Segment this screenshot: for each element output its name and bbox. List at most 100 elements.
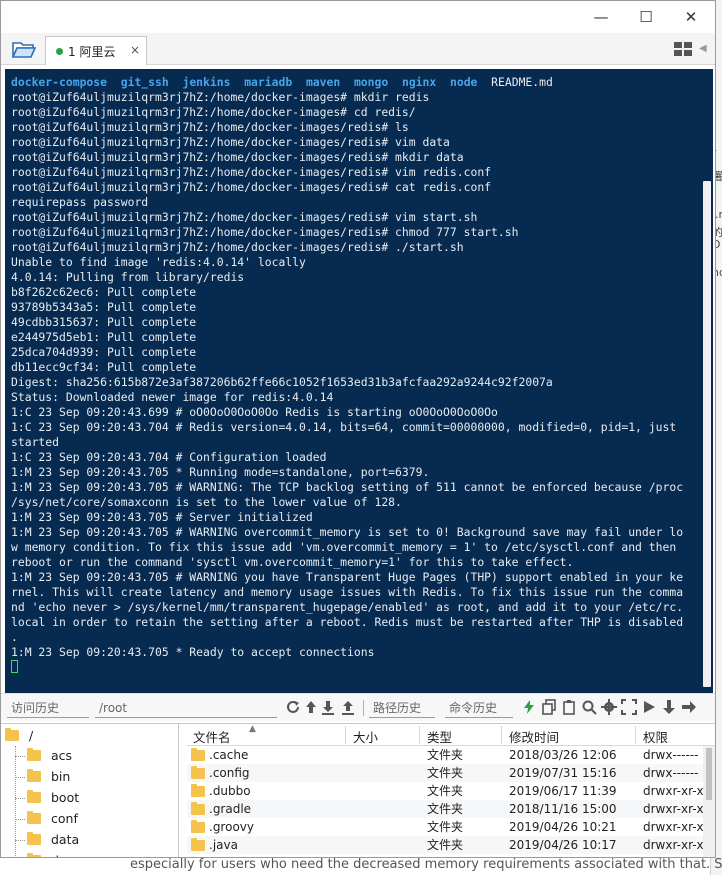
terminal-line: nd 'echo never > /sys/kernel/mm/transpar…	[11, 600, 684, 614]
gear-icon[interactable]	[601, 699, 617, 715]
dir-entry: mariadb	[244, 75, 293, 89]
file-row[interactable]: .gradle 文件夹 2018/11/16 15:00 drwxr-xr-x	[187, 800, 715, 818]
file-cell-perms: drwxr-xr-x	[643, 802, 704, 816]
terminal-line: local in order to retain the setting aft…	[11, 615, 684, 629]
fullscreen-icon[interactable]	[621, 699, 637, 715]
tree-item[interactable]: data	[27, 830, 79, 850]
refresh-icon[interactable]	[285, 699, 301, 715]
column-header-name[interactable]: 文件名	[193, 727, 231, 746]
file-row[interactable]: .dubbo 文件夹 2019/06/17 11:39 drwxr-xr-x	[187, 782, 715, 800]
file-cell-type: 文件夹	[427, 766, 464, 780]
layout-grid-icon[interactable]	[673, 41, 693, 57]
screen: r 署 l.r 的 D nd especially for users who …	[0, 0, 722, 875]
tree-item[interactable]: conf	[27, 809, 78, 829]
terminal-scroll-thumb[interactable]	[703, 181, 711, 687]
command-history-button[interactable]: 命令历史	[445, 698, 513, 718]
terminal-line: requirepass password	[11, 195, 149, 209]
folder-icon	[191, 838, 205, 851]
arrow-down-icon[interactable]	[661, 699, 677, 715]
column-header-permissions[interactable]: 权限	[643, 727, 668, 746]
file-row[interactable]: .cache 文件夹 2018/03/26 12:06 drwx------	[187, 746, 715, 764]
terminal-line: 1:M 23 Sep 09:20:43.705 * Ready to accep…	[11, 645, 375, 659]
play-icon[interactable]	[641, 699, 657, 715]
lightning-icon[interactable]	[521, 699, 537, 715]
copy-icon[interactable]	[541, 699, 557, 715]
terminal-line: root@iZuf64uljmuzilqrm3rj7hZ:/home/docke…	[11, 105, 416, 119]
column-header-modified[interactable]: 修改时间	[509, 727, 559, 746]
terminal-line: Status: Downloaded newer image for redis…	[11, 390, 334, 404]
search-icon[interactable]	[581, 699, 597, 715]
tree-connector	[15, 840, 25, 841]
minimize-button[interactable]: —	[581, 5, 621, 29]
tab-scroll-left-icon[interactable]: ◀	[699, 43, 707, 54]
path-input[interactable]: /root	[95, 698, 277, 718]
tree-connector	[15, 746, 16, 857]
directory-tree: / acs bin boot conf data dev	[1, 724, 179, 857]
terminal-panel[interactable]: docker-compose git_ssh jenkins mariadb m…	[5, 69, 713, 693]
tree-item[interactable]: dev	[27, 851, 74, 857]
file-cell-type: 文件夹	[427, 838, 464, 852]
column-header-size[interactable]: 大小	[353, 727, 378, 746]
tree-connector	[15, 777, 25, 778]
tree-item[interactable]: bin	[27, 767, 70, 787]
download-icon[interactable]	[320, 699, 336, 715]
terminal-line: 4.0.14: Pulling from library/redis	[11, 270, 245, 284]
folder-icon	[27, 790, 41, 803]
file-row[interactable]: .groovy 文件夹 2019/04/26 10:21 drwxr-xr-x	[187, 818, 715, 836]
tab-aliyun[interactable]: 1 阿里云 ×	[45, 36, 147, 65]
tab-close-icon[interactable]: ×	[130, 43, 140, 57]
folder-icon	[27, 769, 41, 782]
terminal-cursor	[11, 660, 18, 673]
tree-connector	[15, 819, 25, 820]
column-divider	[419, 726, 420, 744]
tree-item-label: /	[29, 728, 34, 743]
file-list-scroll-thumb[interactable]	[706, 748, 712, 800]
folder-icon	[191, 748, 205, 761]
app-window: — ☐ ✕ 1 阿里云 × ◀ docker-compose git_ssh j…	[0, 0, 716, 858]
maximize-button[interactable]: ☐	[626, 5, 666, 29]
paste-icon[interactable]	[561, 699, 577, 715]
terminal-line: root@iZuf64uljmuzilqrm3rj7hZ:/home/docke…	[11, 120, 409, 134]
tree-item-label: conf	[51, 811, 78, 826]
terminal-line: 49cdbb315637: Pull complete	[11, 315, 197, 329]
file-cell-name: .dubbo	[209, 784, 251, 798]
tree-item[interactable]: boot	[27, 788, 79, 808]
tree-item[interactable]: acs	[27, 746, 72, 766]
file-row[interactable]: .config 文件夹 2019/07/31 15:16 drwx------	[187, 764, 715, 782]
file-cell-type: 文件夹	[427, 820, 464, 834]
folder-icon	[27, 748, 41, 761]
tree-item-label: data	[51, 832, 80, 847]
terminal-line: e244975d5eb1: Pull complete	[11, 330, 197, 344]
terminal-dir-listing: docker-compose git_ssh jenkins mariadb m…	[11, 75, 701, 90]
dir-entry: jenkins	[182, 75, 231, 89]
dir-entry: git_ssh	[120, 75, 169, 89]
file-cell-name: .java	[209, 838, 238, 852]
terminal-line: root@iZuf64uljmuzilqrm3rj7hZ:/home/docke…	[11, 165, 492, 179]
sftp-pane: / acs bin boot conf data dev 文件名 ▲	[1, 723, 715, 857]
arrow-right-icon[interactable]	[681, 699, 697, 715]
terminal-scrollbar[interactable]	[701, 69, 713, 693]
file-cell-name: .gradle	[209, 802, 252, 816]
file-cell-perms: drwx------	[643, 766, 699, 780]
column-divider	[635, 726, 636, 744]
background-footer-text: especially for users who need the decrea…	[130, 857, 722, 872]
terminal-line: root@iZuf64uljmuzilqrm3rj7hZ:/home/docke…	[11, 90, 430, 104]
up-arrow-icon[interactable]	[303, 699, 319, 715]
close-button[interactable]: ✕	[671, 5, 711, 29]
history-input[interactable]: 访问历史	[7, 698, 89, 718]
terminal-line: root@iZuf64uljmuzilqrm3rj7hZ:/home/docke…	[11, 180, 492, 194]
terminal-line: db11ecc9cf34: Pull complete	[11, 360, 197, 374]
terminal-line: root@iZuf64uljmuzilqrm3rj7hZ:/home/docke…	[11, 210, 478, 224]
file-entry: README.md	[491, 75, 553, 89]
terminal-prompt-line[interactable]	[11, 660, 701, 675]
file-row[interactable]: .java 文件夹 2019/04/26 10:17 drwxr-xr-x	[187, 836, 715, 854]
path-history-button[interactable]: 路径历史	[369, 698, 435, 718]
column-header-type[interactable]: 类型	[427, 727, 452, 746]
tree-root[interactable]: /	[5, 726, 33, 746]
file-list-scrollbar[interactable]	[703, 746, 715, 857]
folder-open-icon[interactable]	[9, 38, 39, 60]
file-cell-modified: 2018/03/26 12:06	[509, 748, 617, 762]
upload-icon[interactable]	[340, 699, 356, 715]
file-cell-perms: drwx------	[643, 748, 699, 762]
terminal-line: b8f262c62ec6: Pull complete	[11, 285, 197, 299]
